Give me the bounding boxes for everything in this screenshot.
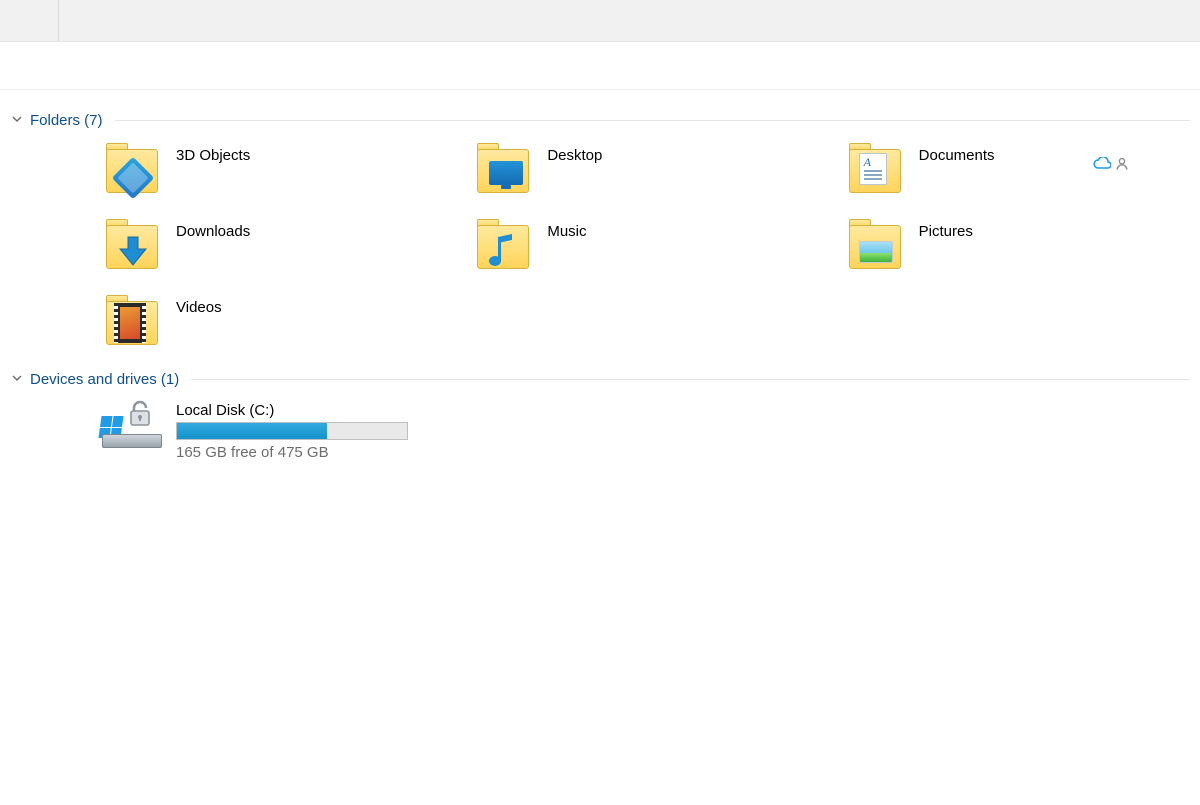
drive-capacity-bar (176, 422, 408, 440)
folder-icon (104, 143, 160, 195)
content-area: Folders (7) 3D Objects Desktop Documents (0, 90, 1200, 461)
folder-label: 3D Objects (176, 143, 250, 164)
unlock-icon (128, 400, 152, 430)
folder-desktop[interactable]: Desktop (471, 141, 791, 197)
folder-icon (847, 219, 903, 271)
folder-icon (475, 219, 531, 271)
drive-icon (100, 400, 164, 452)
documents-status-icons (1093, 157, 1129, 171)
folder-icon (104, 219, 160, 271)
folder-label: Videos (176, 295, 222, 316)
drive-info: Local Disk (C:) 165 GB free of 475 GB (176, 400, 570, 461)
group-header-rule (191, 379, 1190, 380)
chevron-down-icon (10, 112, 24, 129)
folder-icon (475, 143, 531, 195)
folder-label: Downloads (176, 219, 250, 240)
folder-label: Desktop (547, 143, 602, 164)
folder-pictures[interactable]: Pictures (843, 217, 1163, 273)
person-icon (1115, 157, 1129, 171)
folder-videos[interactable]: Videos (100, 293, 420, 349)
folder-documents[interactable]: Documents (843, 141, 1163, 197)
drive-capacity-fill (177, 423, 327, 439)
drive-free-text: 165 GB free of 475 GB (176, 444, 570, 461)
drive-local-disk-c[interactable]: Local Disk (C:) 165 GB free of 475 GB (10, 394, 570, 461)
cloud-icon (1093, 157, 1111, 171)
chevron-down-icon (10, 371, 24, 388)
folder-icon (104, 295, 160, 347)
folder-music[interactable]: Music (471, 217, 791, 273)
group-header-folders[interactable]: Folders (7) (10, 112, 1190, 129)
folder-icon (847, 143, 903, 195)
group-header-rule (115, 120, 1190, 121)
folders-grid: 3D Objects Desktop Documents (10, 135, 1190, 349)
ribbon-area (0, 42, 1200, 90)
folder-downloads[interactable]: Downloads (100, 217, 420, 273)
group-header-folders-label: Folders (7) (30, 112, 103, 129)
folder-label: Pictures (919, 219, 973, 240)
folder-label: Documents (919, 143, 995, 164)
folder-label: Music (547, 219, 586, 240)
group-header-drives[interactable]: Devices and drives (1) (10, 371, 1190, 388)
group-header-drives-label: Devices and drives (1) (30, 371, 179, 388)
folder-3d-objects[interactable]: 3D Objects (100, 141, 420, 197)
tab-separator (58, 0, 59, 41)
drive-name: Local Disk (C:) (176, 402, 570, 419)
ribbon-tabstrip (0, 0, 1200, 42)
